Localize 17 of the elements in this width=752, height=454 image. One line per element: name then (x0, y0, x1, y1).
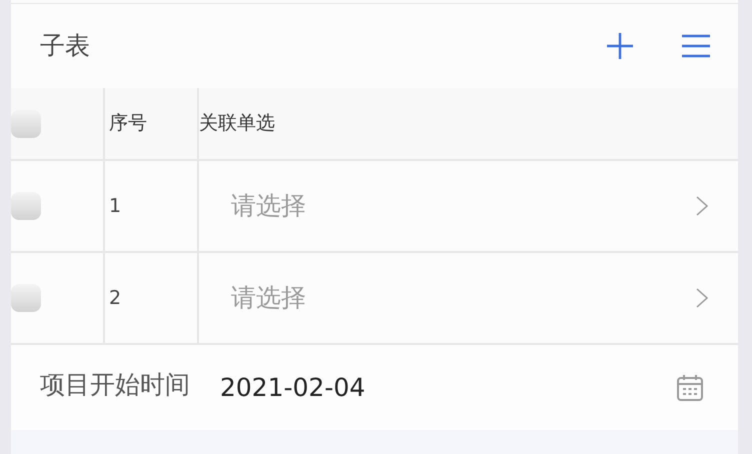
section-title: 子表 (40, 30, 91, 62)
menu-icon[interactable] (682, 34, 710, 58)
checkbox[interactable] (11, 110, 41, 138)
select-field[interactable]: 请选择 (199, 161, 738, 251)
calendar-icon[interactable] (676, 374, 704, 402)
checkbox[interactable] (11, 192, 41, 220)
column-header: 序号 (108, 111, 147, 136)
column-header: 关联单选 (199, 111, 275, 136)
row-number: 1 (108, 194, 122, 219)
chevron-icon (696, 288, 708, 308)
field-label: 项目开始时间 (40, 368, 190, 401)
chevron-icon (696, 196, 708, 216)
row-number: 2 (108, 286, 122, 311)
add-icon[interactable] (606, 32, 634, 60)
select-field[interactable]: 请选择 (199, 253, 738, 343)
date-value[interactable]: 2021-02-04 (220, 368, 676, 406)
checkbox[interactable] (11, 284, 41, 312)
